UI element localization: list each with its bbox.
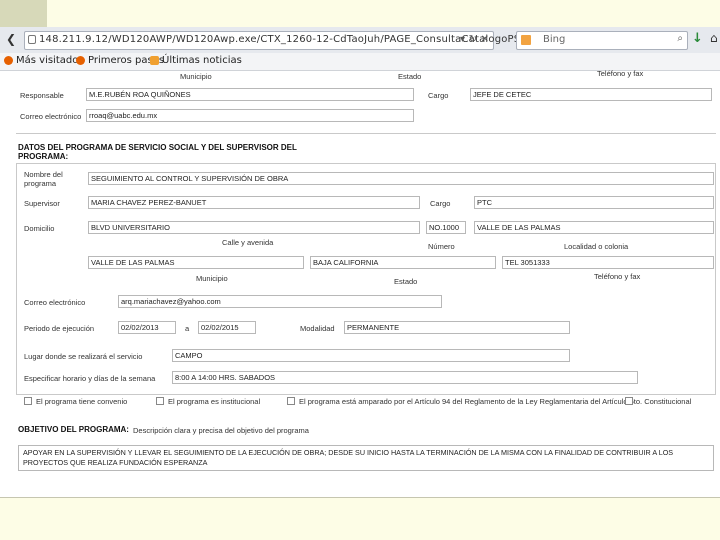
domicilio-label: Domicilio (24, 224, 55, 233)
horario-field[interactable]: 8:00 A 14:00 HRS. SABADOS (172, 371, 638, 384)
cargo-supervisor-field[interactable]: PTC (474, 196, 714, 209)
lugar-field[interactable]: CAMPO (172, 349, 570, 362)
telefono-field[interactable]: TEL 3051333 (502, 256, 714, 269)
numero-caption: Número (428, 242, 455, 251)
estado-label: Estado (398, 72, 422, 81)
convenio-checkbox[interactable] (24, 397, 32, 405)
calle-caption: Calle y avenida (222, 238, 274, 247)
telefono-caption: Teléfono y fax (594, 272, 641, 281)
section-title: DATOS DEL PROGRAMA DE SERVICIO SOCIAL Y … (18, 143, 297, 161)
periodo-label: Periodo de ejecución (24, 324, 95, 333)
nombre-programa-field[interactable]: SEGUIMIENTO AL CONTROL Y SUPERVISIÓN DE … (88, 172, 714, 185)
horario-label: Especificar horario y días de la semana (24, 374, 156, 383)
correo-supervisor-label: Correo electrónico (24, 298, 86, 307)
divider (16, 133, 716, 134)
calle-field[interactable]: BLVD UNIVERSITARIO (88, 221, 420, 234)
objetivo-field[interactable]: APOYAR EN LA SUPERVISIÓN Y LLEVAR EL SEG… (18, 445, 714, 471)
back-icon[interactable]: ❮ (6, 32, 16, 46)
firefox-icon (76, 56, 85, 65)
modalidad-label: Modalidad (300, 324, 335, 333)
lugar-label: Lugar donde se realizará el servicio (24, 352, 143, 361)
reload-icon[interactable]: ↻ (469, 34, 477, 45)
form-content: Municipio Estado Teléfono y fax Responsa… (0, 69, 720, 497)
telefono-fax-label: Teléfono y fax (597, 69, 644, 78)
search-engine-label: Bing (543, 34, 566, 45)
rss-icon (150, 56, 159, 65)
bookmark-mas-visitados[interactable]: Más visitados (4, 55, 84, 66)
cargo-field[interactable]: JEFE DE CETEC (470, 88, 712, 101)
search-engine-icon (521, 35, 531, 45)
numero-field[interactable]: NO.1000 (426, 221, 466, 234)
periodo-a-label: a (185, 324, 190, 333)
cargo-label: Cargo (428, 91, 449, 100)
browser-toolbar: ❮ 148.211.9.12/WD120AWP/WD120Awp.exe/CTX… (0, 27, 720, 54)
periodo-hasta-field[interactable]: 02/02/2015 (198, 321, 256, 334)
page-icon (28, 35, 36, 44)
correo-tramite-field[interactable]: rroaq@uabc.edu.mx (86, 109, 414, 122)
correo-tramite-label: Correo electrónico (20, 112, 82, 121)
responsable-field[interactable]: M.E.RUBÉN ROA QUIÑONES (86, 88, 414, 101)
search-field[interactable]: Bing ⌕ (516, 31, 688, 50)
institucional-checkbox[interactable] (156, 397, 164, 405)
search-icon[interactable]: ⌕ (677, 33, 683, 44)
modalidad-field[interactable]: PERMANENTE (344, 321, 570, 334)
extra-checkbox[interactable] (625, 397, 633, 405)
localidad-field[interactable]: VALLE DE LAS PALMAS (474, 221, 714, 234)
municipio-caption: Municipio (196, 274, 228, 283)
url-field[interactable]: 148.211.9.12/WD120AWP/WD120Awp.exe/CTX_1… (24, 31, 616, 50)
responsable-label: Responsable (20, 91, 64, 100)
slide-corner-block (0, 0, 47, 27)
firefox-icon (4, 56, 13, 65)
correo-supervisor-field[interactable]: arq.mariachavez@yahoo.com (118, 295, 442, 308)
institucional-label: El programa es institucional (168, 397, 261, 406)
bookmark-ultimas-noticias[interactable]: Últimas noticias (150, 55, 242, 66)
dropdown-icon[interactable]: ▾ (460, 34, 465, 45)
cargo-supervisor-label: Cargo (430, 199, 451, 208)
bookmark-label: Últimas noticias (162, 55, 242, 66)
nombre-programa-label: Nombre del programa (24, 170, 63, 188)
browser-window: ❮ 148.211.9.12/WD120AWP/WD120Awp.exe/CTX… (0, 27, 720, 497)
stop-icon[interactable]: ✕ (481, 34, 489, 45)
periodo-desde-field[interactable]: 02/02/2013 (118, 321, 176, 334)
estado-field[interactable]: BAJA CALIFORNIA (310, 256, 496, 269)
supervisor-label: Supervisor (24, 199, 60, 208)
objetivo-title: OBJETIVO DEL PROGRAMA: (18, 425, 129, 434)
localidad-caption: Localidad o colonia (564, 242, 629, 251)
municipio-label: Municipio (180, 72, 212, 81)
convenio-label: El programa tiene convenio (36, 397, 128, 406)
slide-divider (0, 497, 720, 498)
articulo-94-checkbox[interactable] (287, 397, 295, 405)
home-icon[interactable]: ⌂ (710, 31, 718, 45)
estado-caption: Estado (394, 277, 418, 286)
objetivo-subtitle: Descripción clara y precisa del objetivo… (133, 426, 309, 435)
download-icon[interactable]: ↓ (692, 31, 703, 46)
municipio-field[interactable]: VALLE DE LAS PALMAS (88, 256, 304, 269)
bookmark-label: Más visitados (16, 55, 84, 66)
supervisor-field[interactable]: MARIA CHAVEZ PEREZ-BANUET (88, 196, 420, 209)
